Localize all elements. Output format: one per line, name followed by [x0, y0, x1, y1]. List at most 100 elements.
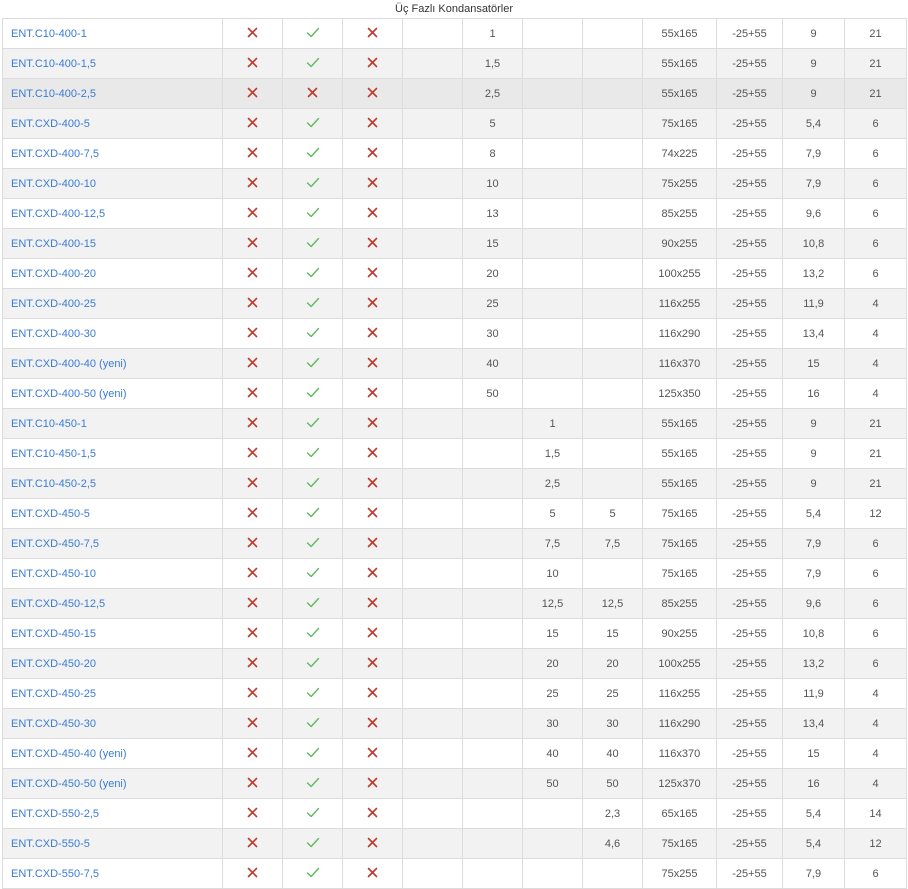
table-row: ENT.CXD-550-5 4,6 75x165 -25+55 5,4 12: [2, 828, 907, 859]
mark-cell: [342, 708, 403, 739]
table-row: ENT.CXD-450-7,5 7,5 7,5 75x165 -25+55 7,9 6: [2, 528, 907, 559]
product-name-cell: ENT.C10-400-1: [2, 18, 223, 49]
value-cell: 10: [462, 168, 523, 199]
temperature-cell: -25+55: [716, 408, 783, 439]
cross-icon: [367, 567, 378, 578]
check-icon: [306, 507, 320, 518]
dimension-cell: 125x350: [642, 378, 717, 409]
product-link[interactable]: ENT.CXD-450-10: [11, 568, 96, 580]
table-row: ENT.C10-400-1,5 1,5 55x165 -25+55 9 21: [2, 48, 907, 79]
value-cell: 2,5: [522, 468, 583, 499]
table-body: ENT.C10-400-1 1 55x165 -25+55 9 21 ENT.C10-400…: [2, 18, 907, 889]
product-name-cell: ENT.C10-450-1: [2, 408, 223, 439]
value-cell: 4: [844, 288, 907, 319]
mark-cell: [282, 738, 343, 769]
mark-cell: [342, 648, 403, 679]
mark-cell: [282, 78, 343, 109]
product-link[interactable]: ENT.C10-400-1: [11, 28, 87, 40]
value-cell: 5: [582, 498, 643, 529]
value-cell: 6: [844, 648, 907, 679]
table-row: ENT.CXD-450-15 15 15 90x255 -25+55 10,8 6: [2, 618, 907, 649]
product-link[interactable]: ENT.CXD-450-20: [11, 658, 96, 670]
product-link[interactable]: ENT.C10-400-1,5: [11, 58, 96, 70]
cross-icon: [367, 87, 378, 98]
value-cell: [402, 348, 463, 379]
temperature-cell: -25+55: [716, 198, 783, 229]
cross-icon: [247, 747, 258, 758]
value-cell: [402, 438, 463, 469]
temperature-cell: -25+55: [716, 258, 783, 289]
capacitor-table: ENT.C10-400-1 1 55x165 -25+55 9 21 ENT.C10-400…: [2, 18, 907, 889]
mark-cell: [282, 648, 343, 679]
mark-cell: [282, 528, 343, 559]
product-link[interactable]: ENT.CXD-400-30: [11, 328, 96, 340]
dimension-cell: 100x255: [642, 648, 717, 679]
product-link[interactable]: ENT.C10-450-1: [11, 418, 87, 430]
mark-cell: [282, 168, 343, 199]
product-link[interactable]: ENT.CXD-400-20: [11, 268, 96, 280]
dimension-cell: 55x165: [642, 48, 717, 79]
product-link[interactable]: ENT.CXD-450-12,5: [11, 598, 105, 610]
product-link[interactable]: ENT.CXD-400-40 (yeni): [11, 358, 127, 370]
product-link[interactable]: ENT.CXD-450-15: [11, 628, 96, 640]
mark-cell: [342, 228, 403, 259]
value-cell: [402, 798, 463, 829]
mark-cell: [222, 528, 283, 559]
product-link[interactable]: ENT.CXD-400-15: [11, 238, 96, 250]
product-link[interactable]: ENT.CXD-400-25: [11, 298, 96, 310]
product-link[interactable]: ENT.CXD-450-25: [11, 688, 96, 700]
value-cell: [582, 138, 643, 169]
temperature-cell: -25+55: [716, 708, 783, 739]
mark-cell: [342, 198, 403, 229]
product-link[interactable]: ENT.CXD-450-30: [11, 718, 96, 730]
mark-cell: [282, 18, 343, 49]
cross-icon: [247, 57, 258, 68]
product-link[interactable]: ENT.CXD-400-12,5: [11, 208, 105, 220]
value-cell: [582, 198, 643, 229]
value-cell: 16: [782, 378, 845, 409]
value-cell: 11,9: [782, 678, 845, 709]
mark-cell: [282, 198, 343, 229]
value-cell: [522, 48, 583, 79]
value-cell: 5: [522, 498, 583, 529]
product-link[interactable]: ENT.CXD-400-5: [11, 118, 90, 130]
dimension-cell: 116x290: [642, 708, 717, 739]
cross-icon: [247, 147, 258, 158]
mark-cell: [342, 528, 403, 559]
value-cell: [582, 858, 643, 889]
mark-cell: [222, 768, 283, 799]
value-cell: [402, 408, 463, 439]
value-cell: [402, 618, 463, 649]
product-link[interactable]: ENT.C10-450-2,5: [11, 478, 96, 490]
mark-cell: [282, 258, 343, 289]
product-link[interactable]: ENT.CXD-450-40 (yeni): [11, 748, 127, 760]
product-link[interactable]: ENT.C10-400-2,5: [11, 88, 96, 100]
product-link[interactable]: ENT.CXD-550-5: [11, 838, 90, 850]
product-link[interactable]: ENT.CXD-450-5: [11, 508, 90, 520]
mark-cell: [342, 558, 403, 589]
table-row: ENT.CXD-550-7,5 75x255 -25+55 7,9 6: [2, 858, 907, 889]
product-link[interactable]: ENT.CXD-400-50 (yeni): [11, 388, 127, 400]
product-link[interactable]: ENT.CXD-400-10: [11, 178, 96, 190]
value-cell: 20: [462, 258, 523, 289]
product-link[interactable]: ENT.CXD-550-7,5: [11, 868, 99, 880]
value-cell: 4: [844, 378, 907, 409]
product-name-cell: ENT.CXD-400-50 (yeni): [2, 378, 223, 409]
product-link[interactable]: ENT.C10-450-1,5: [11, 448, 96, 460]
product-link[interactable]: ENT.CXD-400-7,5: [11, 148, 99, 160]
table-row: ENT.C10-450-1,5 1,5 55x165 -25+55 9 21: [2, 438, 907, 469]
product-name-cell: ENT.CXD-450-30: [2, 708, 223, 739]
value-cell: [402, 558, 463, 589]
value-cell: [462, 798, 523, 829]
value-cell: [462, 528, 523, 559]
product-link[interactable]: ENT.CXD-550-2,5: [11, 808, 99, 820]
product-link[interactable]: ENT.CXD-450-7,5: [11, 538, 99, 550]
dimension-cell: 90x255: [642, 228, 717, 259]
value-cell: [522, 78, 583, 109]
product-link[interactable]: ENT.CXD-450-50 (yeni): [11, 778, 127, 790]
check-icon: [306, 177, 320, 188]
dimension-cell: 75x165: [642, 528, 717, 559]
value-cell: 9: [782, 78, 845, 109]
value-cell: [582, 558, 643, 589]
value-cell: [522, 108, 583, 139]
